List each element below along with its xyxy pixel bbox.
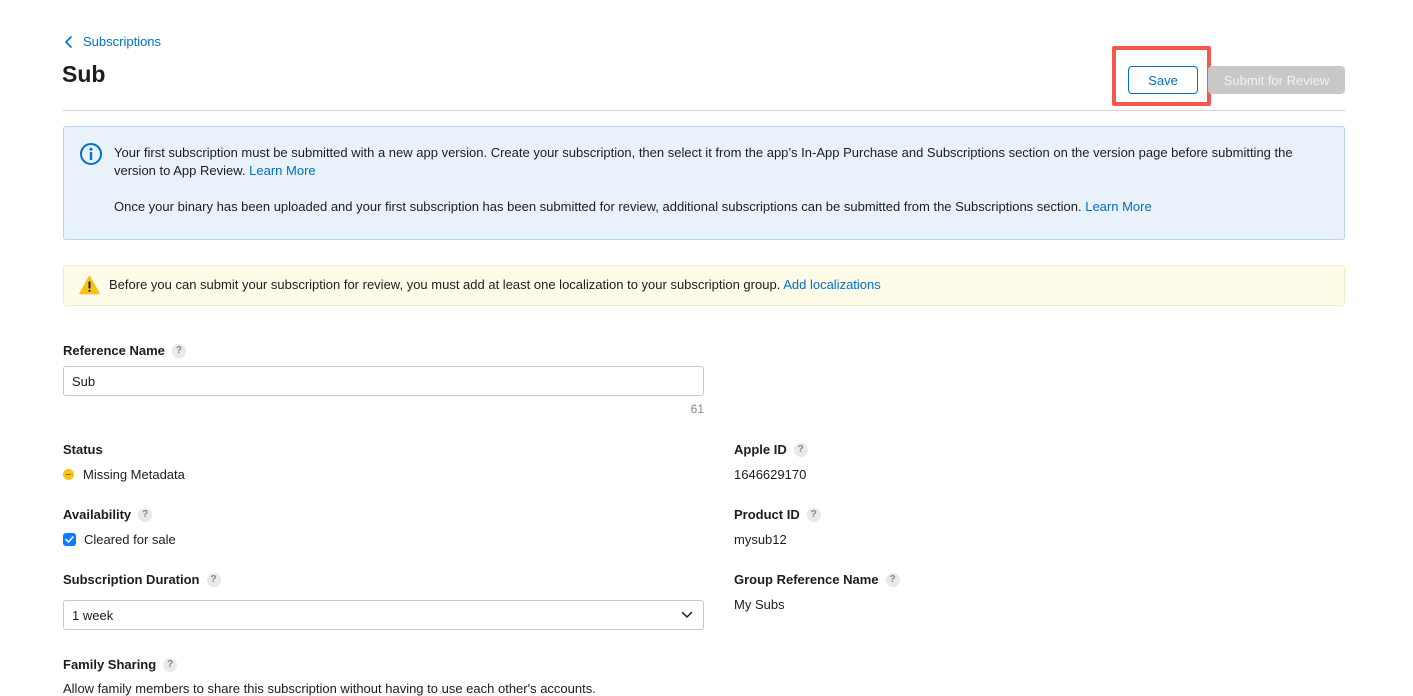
- chevron-left-icon: [65, 35, 72, 48]
- save-button[interactable]: Save: [1128, 66, 1198, 94]
- help-icon[interactable]: ?: [806, 507, 821, 522]
- status-label-text: Status: [63, 442, 103, 457]
- product-id-label: Product ID ?: [734, 507, 821, 522]
- reference-name-label-text: Reference Name: [63, 343, 165, 358]
- breadcrumb-back-link[interactable]: Subscriptions: [63, 34, 161, 49]
- info-banner-text: Your first subscription must be submitte…: [114, 144, 1329, 216]
- cleared-for-sale-row: Cleared for sale: [63, 532, 176, 547]
- chevron-down-icon: [681, 611, 693, 618]
- reference-name-char-count: 61: [690, 402, 704, 416]
- availability-label-text: Availability: [63, 507, 132, 522]
- status-label: Status: [63, 442, 103, 457]
- subscription-duration-label: Subscription Duration ?: [63, 572, 221, 587]
- checkmark-icon: [65, 536, 74, 543]
- apple-id-label-text: Apple ID: [734, 442, 787, 457]
- apple-id-value: 1646629170: [734, 467, 807, 482]
- help-icon[interactable]: ?: [163, 657, 178, 672]
- help-icon[interactable]: ?: [793, 442, 808, 457]
- subscription-duration-value: 1 week: [72, 607, 114, 623]
- product-id-label-text: Product ID: [734, 507, 800, 522]
- cleared-for-sale-label: Cleared for sale: [84, 532, 176, 547]
- status-warning-icon: [63, 469, 74, 480]
- status-value-text: Missing Metadata: [83, 467, 185, 482]
- breadcrumb-label: Subscriptions: [83, 34, 162, 49]
- cleared-for-sale-checkbox[interactable]: [63, 533, 76, 546]
- help-icon[interactable]: ?: [206, 572, 221, 587]
- product-id-value: mysub12: [734, 532, 787, 547]
- info-paragraph-2-text: Once your binary has been uploaded and y…: [114, 199, 1082, 214]
- add-localizations-link[interactable]: Add localizations: [783, 277, 881, 292]
- family-sharing-label: Family Sharing ?: [63, 657, 178, 672]
- subscription-duration-label-text: Subscription Duration: [63, 572, 200, 587]
- help-icon[interactable]: ?: [171, 343, 186, 358]
- reference-name-input[interactable]: [63, 366, 704, 396]
- family-sharing-label-text: Family Sharing: [63, 657, 157, 672]
- apple-id-label: Apple ID ?: [734, 442, 808, 457]
- warning-message: Before you can submit your subscription …: [109, 277, 781, 292]
- status-value: Missing Metadata: [63, 467, 185, 482]
- availability-label: Availability ?: [63, 507, 153, 522]
- page-title: Sub: [62, 61, 106, 87]
- info-paragraph-1: Your first subscription must be submitte…: [114, 144, 1329, 180]
- group-reference-name-label: Group Reference Name ?: [734, 572, 900, 587]
- submit-for-review-button[interactable]: Submit for Review: [1208, 66, 1345, 94]
- header-divider: [63, 110, 1345, 111]
- warning-banner-text: Before you can submit your subscription …: [109, 277, 881, 293]
- help-icon[interactable]: ?: [138, 507, 153, 522]
- family-sharing-description: Allow family members to share this subsc…: [63, 681, 596, 696]
- group-reference-name-label-text: Group Reference Name: [734, 572, 879, 587]
- group-reference-name-link[interactable]: My Subs: [734, 597, 785, 612]
- info-paragraph-2: Once your binary has been uploaded and y…: [114, 198, 1329, 216]
- warning-icon: [79, 275, 100, 295]
- subscription-duration-select[interactable]: 1 week: [63, 600, 704, 630]
- learn-more-link-1[interactable]: Learn More: [249, 163, 315, 178]
- reference-name-label: Reference Name ?: [63, 343, 186, 358]
- help-icon[interactable]: ?: [885, 572, 900, 587]
- learn-more-link-2[interactable]: Learn More: [1085, 199, 1151, 214]
- info-icon: [80, 143, 102, 165]
